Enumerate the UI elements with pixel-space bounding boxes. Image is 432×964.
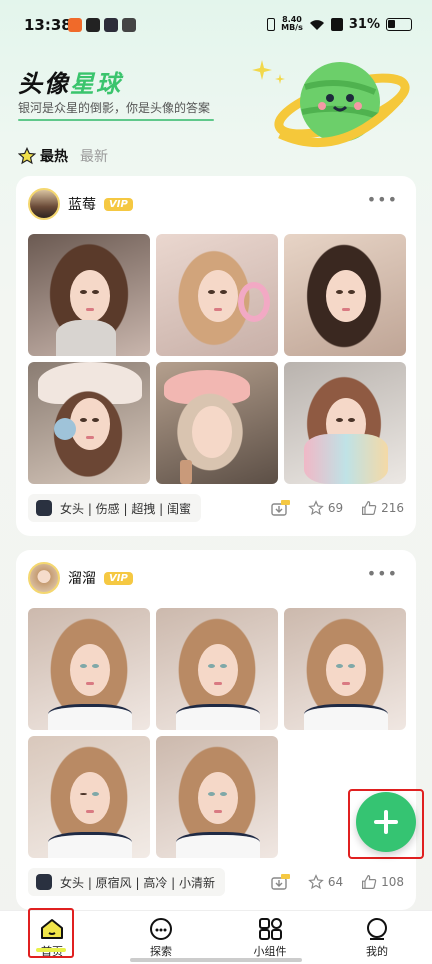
tag-text: 女头 | 伤感 | 超拽 | 闺蜜 xyxy=(60,501,192,516)
vip-badge: VIP xyxy=(104,571,133,585)
avatar-photo[interactable] xyxy=(156,234,278,356)
avatar-photo[interactable] xyxy=(28,234,150,356)
post-author[interactable]: 溜溜 VIP xyxy=(28,562,133,594)
app-notification-icon xyxy=(86,18,100,32)
vibrate-icon xyxy=(267,17,276,31)
star-outline-icon xyxy=(308,500,324,516)
app-subtitle: 银河是众星的倒影，你是头像的答案 xyxy=(18,101,211,115)
thumbs-up-icon xyxy=(362,500,377,515)
favorite-stat[interactable]: 69 xyxy=(308,500,343,516)
avatar-photo[interactable] xyxy=(284,362,406,484)
planet-mascot-icon xyxy=(252,60,410,148)
nav-label-profile: 我的 xyxy=(366,945,388,958)
post-tags[interactable]: 女头 | 原宿风 | 高冷 | 小清新 xyxy=(28,868,226,896)
thumbs-up-icon xyxy=(362,874,377,889)
home-highlight-box xyxy=(28,908,74,958)
more-options-icon[interactable]: ••• xyxy=(367,190,398,209)
avatar-photo[interactable] xyxy=(28,608,150,730)
post-card[interactable]: 蓝莓 VIP ••• 女头 | 伤感 | 超拽 | 闺蜜 69 216 xyxy=(16,176,416,536)
username[interactable]: 溜溜 xyxy=(68,568,96,588)
avatar-photo[interactable] xyxy=(28,736,150,858)
tag-text: 女头 | 原宿风 | 高冷 | 小清新 xyxy=(60,875,216,890)
avatar-photo[interactable] xyxy=(28,362,150,484)
tab-hot-label: 最热 xyxy=(40,149,68,165)
favorite-count: 69 xyxy=(327,501,344,515)
vip-badge: VIP xyxy=(104,197,133,211)
app-notification-icon xyxy=(122,18,136,32)
username[interactable]: 蓝莓 xyxy=(68,194,96,214)
star-icon xyxy=(18,147,36,165)
app-notification-icon xyxy=(68,18,82,32)
app-notification-icon xyxy=(104,18,118,32)
nav-item-explore[interactable]: 探索 xyxy=(131,917,191,959)
gesture-bar[interactable] xyxy=(130,958,302,962)
avatar[interactable] xyxy=(28,188,60,220)
post-stats: 69 216 xyxy=(270,500,404,516)
like-stat[interactable]: 216 xyxy=(361,500,404,516)
tab-hot[interactable]: 最热 xyxy=(18,146,68,166)
nav-item-profile[interactable]: 我的 xyxy=(347,917,407,959)
avatar-photo[interactable] xyxy=(284,234,406,356)
add-post-button[interactable] xyxy=(356,792,416,852)
speed-unit: MB/s xyxy=(281,23,303,32)
avatar-photo[interactable] xyxy=(156,362,278,484)
nav-label-widget: 小组件 xyxy=(253,945,287,958)
battery-icon xyxy=(386,17,412,31)
avatar[interactable] xyxy=(28,562,60,594)
app-title: 头像星球 xyxy=(18,64,122,99)
avatar-photo[interactable] xyxy=(156,736,278,858)
like-stat[interactable]: 108 xyxy=(361,874,404,890)
app-title-part-a: 头像 xyxy=(18,70,70,98)
app-title-part-b: 星球 xyxy=(70,70,122,98)
widget-icon xyxy=(259,918,282,940)
star-outline-icon xyxy=(308,874,324,890)
avatar-photo[interactable] xyxy=(284,608,406,730)
favorite-count: 64 xyxy=(327,875,344,889)
more-options-icon[interactable]: ••• xyxy=(367,564,398,583)
download-icon[interactable] xyxy=(270,874,290,890)
post-stats: 64 108 xyxy=(270,874,404,890)
status-time: 13:38 xyxy=(24,16,72,34)
tab-latest[interactable]: 最新 xyxy=(80,146,108,166)
download-icon[interactable] xyxy=(270,500,290,516)
post-tags[interactable]: 女头 | 伤感 | 超拽 | 闺蜜 xyxy=(28,494,202,522)
battery-percent: 31% xyxy=(348,16,380,32)
wifi-icon xyxy=(309,19,324,30)
status-right: 8.40 MB/s 31% xyxy=(267,16,412,32)
network-speed: 8.40 MB/s xyxy=(281,16,303,32)
nav-item-widget[interactable]: 小组件 xyxy=(240,917,300,959)
tag-category-icon xyxy=(36,874,52,890)
like-count: 108 xyxy=(381,875,404,889)
tag-category-icon xyxy=(36,500,52,516)
post-author[interactable]: 蓝莓 VIP xyxy=(28,188,133,220)
like-count: 216 xyxy=(381,501,404,515)
sim-icon xyxy=(330,17,343,31)
feed-tabs: 最热 最新 xyxy=(18,146,108,166)
title-underline xyxy=(18,119,214,121)
photo-grid xyxy=(28,234,406,484)
favorite-stat[interactable]: 64 xyxy=(308,874,343,890)
avatar-photo[interactable] xyxy=(156,608,278,730)
status-bar: 13:38 8.40 MB/s 31% xyxy=(0,0,432,50)
nav-label-explore: 探索 xyxy=(150,945,172,958)
explore-icon xyxy=(150,918,172,940)
profile-icon xyxy=(367,918,387,940)
